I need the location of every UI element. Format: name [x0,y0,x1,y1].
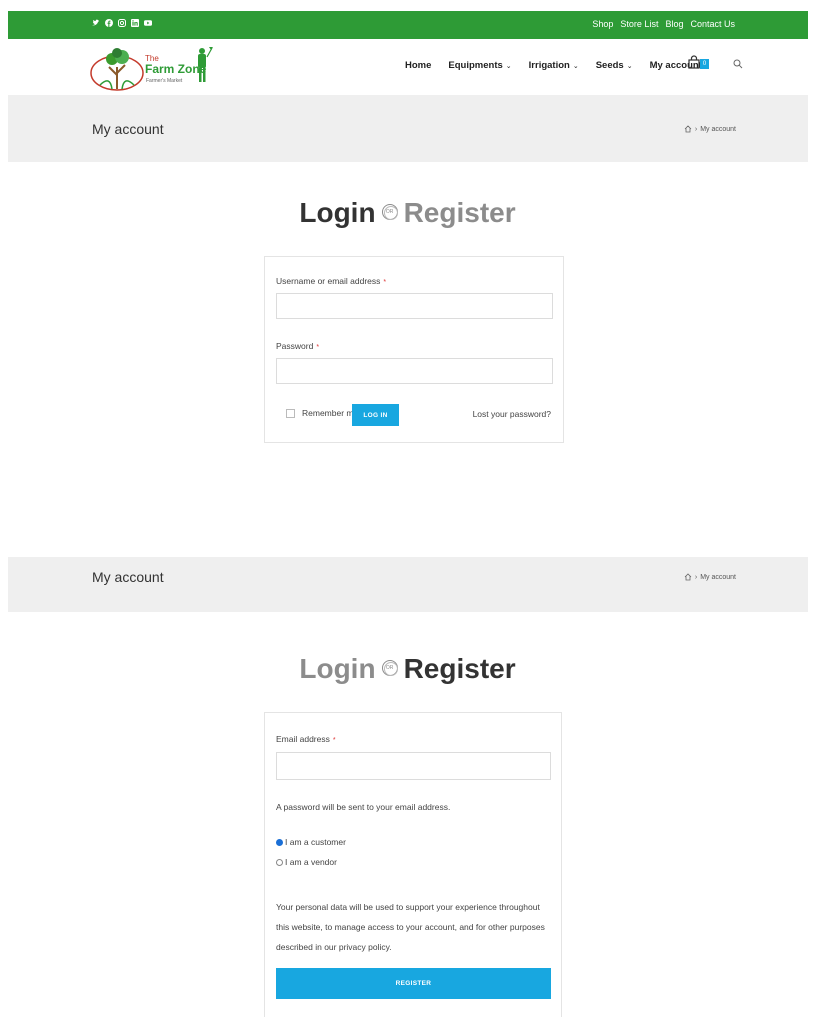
vendor-radio[interactable] [276,858,283,866]
logo-tagline: Farmer's Market [146,78,183,84]
email-label: Email address * [276,734,336,744]
customer-option-label: I am a customer [285,837,346,847]
nav-equipments-label: Equipments [448,60,503,71]
cart-button[interactable]: 0 [688,55,714,71]
top-link-shop[interactable]: Shop [592,19,613,29]
shopping-bag-icon [688,55,700,69]
customer-radio[interactable] [276,838,283,846]
breadcrumb-separator: › [694,573,698,581]
login-button[interactable]: LOG IN [352,404,399,426]
username-label: Username or email address * [276,276,386,286]
privacy-text: Your personal data will be used to suppo… [276,902,545,952]
top-bar: Shop Store List Blog Contact Us [8,11,808,39]
site-logo[interactable]: The Farm Zone Farmer's Market [90,45,214,91]
email-input[interactable] [276,752,551,780]
password-label: Password * [276,341,319,351]
remember-me-label[interactable]: Remember me [302,408,358,418]
lost-password-link[interactable]: Lost your password? [473,409,551,419]
email-label-text: Email address [276,734,330,744]
chevron-down-icon: ⌄ [505,63,512,70]
or-divider-icon: OR [381,659,398,676]
nav-home[interactable]: Home [405,60,431,71]
or-divider-icon: OR [381,203,398,220]
home-icon[interactable] [684,573,692,581]
nav-seeds-label: Seeds [595,60,624,71]
search-icon [733,59,743,69]
vendor-option-label: I am a vendor [285,857,337,867]
login-register-heading: Login OR Register [0,653,815,685]
chevron-down-icon: ⌄ [572,63,579,70]
top-link-store-list[interactable]: Store List [620,19,658,29]
required-mark: * [332,737,336,744]
top-link-blog[interactable]: Blog [665,19,683,29]
register-form: Email address * A password will be sent t… [264,712,562,1017]
main-nav: Home Equipments ⌄ Irrigation ⌄ Seeds ⌄ My a… [405,60,719,71]
required-mark: * [316,344,320,351]
page-title: My account [92,569,164,585]
facebook-icon[interactable] [105,19,113,27]
vendor-option[interactable]: I am a vendor [276,857,337,867]
home-icon[interactable] [684,125,692,133]
breadcrumb: › My account [684,125,736,133]
nav-irrigation-label: Irrigation [528,60,570,71]
customer-option[interactable]: I am a customer [276,837,346,847]
nav-home-label: Home [405,60,432,71]
register-tab[interactable]: Register [404,197,516,228]
nav-irrigation[interactable]: Irrigation ⌄ [529,60,579,71]
breadcrumb-separator: › [694,125,698,133]
username-input[interactable] [276,293,553,319]
password-note: A password will be sent to your email ad… [276,802,451,812]
login-tab[interactable]: Login [299,197,375,228]
password-label-text: Password [276,341,314,351]
instagram-icon[interactable] [118,19,126,27]
register-tab[interactable]: Register [404,653,516,684]
breadcrumb: › My account [684,573,736,581]
nav-seeds[interactable]: Seeds ⌄ [596,60,633,71]
register-button[interactable]: REGISTER [276,968,551,999]
cart-count-badge: 0 [700,59,709,69]
required-mark: * [383,279,387,286]
social-links [92,19,152,27]
youtube-icon[interactable] [144,19,152,27]
breadcrumb-current: My account [700,573,736,581]
search-button[interactable] [733,56,743,74]
nav-equipments[interactable]: Equipments ⌄ [448,60,511,71]
logo-text-name: Farm Zone [145,62,207,76]
twitter-icon[interactable] [92,19,100,27]
page-title: My account [92,121,164,137]
remember-me-checkbox[interactable] [286,409,295,418]
site-header: The Farm Zone Farmer's Market Home Equip… [8,39,808,95]
username-label-text: Username or email address [276,276,381,286]
linkedin-icon[interactable] [131,19,139,27]
login-register-heading: Login OR Register [0,197,815,229]
login-tab[interactable]: Login [299,653,375,684]
chevron-down-icon: ⌄ [626,63,633,70]
breadcrumb-current: My account [700,125,736,133]
login-form: Username or email address * Password * Rem… [264,256,564,443]
page-title-band: My account › My account [8,95,808,162]
top-links: Shop Store List Blog Contact Us [592,19,735,29]
password-input[interactable] [276,358,553,384]
page-title-band: My account › My account [8,557,808,612]
top-link-contact-us[interactable]: Contact Us [690,19,735,29]
